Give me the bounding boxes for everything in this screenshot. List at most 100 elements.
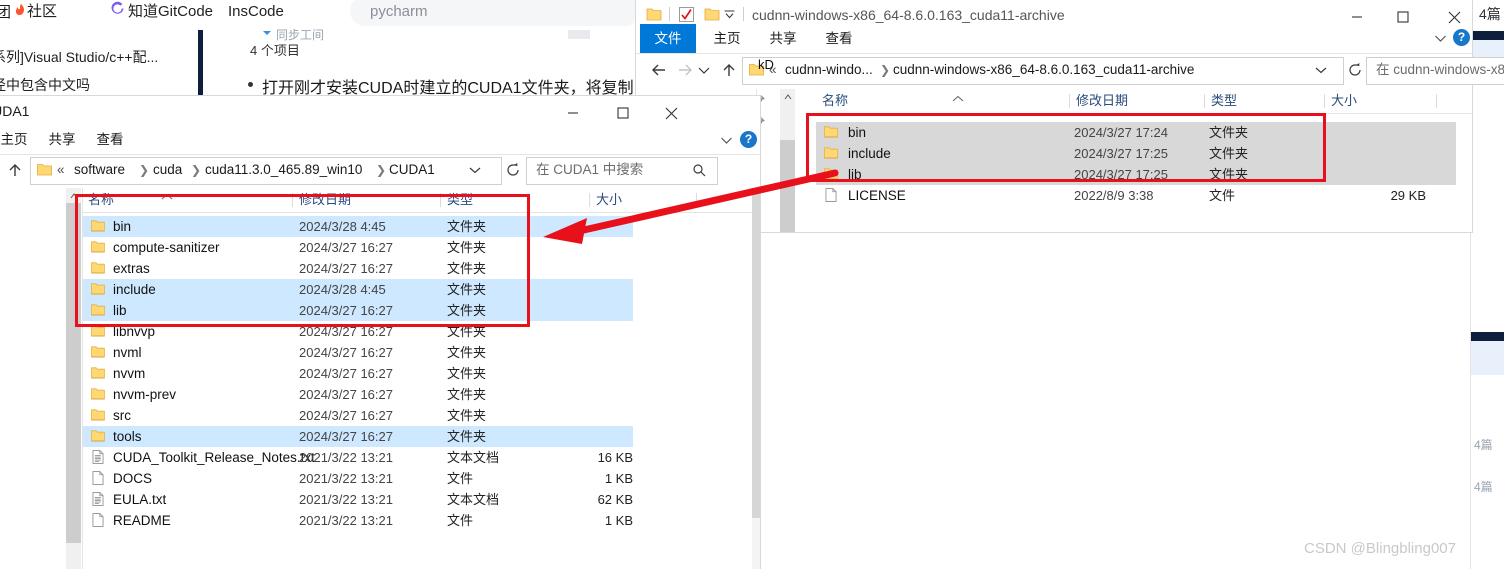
annotation-red-box [75,194,530,327]
svg-text:团: 团 [0,4,11,21]
right-card-header-2 [1471,332,1504,341]
close-button[interactable] [648,96,694,126]
breadcrumb-separator: ❯ [191,163,202,177]
nav-item-gitcode[interactable]: GitCode [158,0,213,24]
file-date: 2021/3/22 13:21 [299,471,393,486]
breadcrumb-item-2[interactable]: cudnn-windows-x86_64-8.6.0.163_cuda11-ar… [893,58,1194,82]
file-size [543,258,633,279]
tab-home[interactable]: 主页 [700,24,754,53]
file-name: nvvm [113,366,146,381]
breadcrumb-item-3[interactable]: cuda11.3.0_465.89_win10 [205,158,362,182]
new-folder-icon[interactable] [704,7,720,22]
up-button[interactable] [716,55,742,85]
bullet-point-icon [248,82,253,87]
file-name: nvml [113,345,142,360]
chevron-down-icon[interactable] [1315,66,1327,74]
breadcrumb[interactable]: « cudnn-windo... ❯ cudnn-windows-x86_64-… [742,57,1344,85]
file-size: 1 KB [604,513,633,528]
file-type: 文件夹 [447,366,487,381]
table-row[interactable]: nvvm-prev 2024/3/27 16:27 文件夹 [83,384,633,405]
table-row[interactable]: LICENSE 2022/8/9 3:38 文件 29 KB [816,185,1456,206]
table-row[interactable]: DOCS 2021/3/22 13:21 文件 1 KB [83,468,633,489]
tab-share[interactable]: 共享 [40,126,84,154]
left-link-2[interactable]: 径中包含中文吗 [0,75,90,95]
file-size [543,216,633,237]
nav-item-inscode[interactable]: InsCode [228,0,284,24]
file-size [1326,122,1426,143]
table-row[interactable]: tools 2024/3/27 16:27 文件夹 [83,426,633,447]
chevron-down-icon[interactable] [1434,34,1447,43]
breadcrumb-overflow[interactable]: « [57,158,65,182]
tab-home[interactable]: 主页 [0,126,36,154]
table-row[interactable]: CUDA_Toolkit_Release_Notes.txt 2021/3/22 … [83,447,633,468]
cuda1-scrollbar-thumb[interactable] [752,188,760,518]
quick-access-chevron-icon[interactable] [724,10,735,19]
breadcrumb[interactable]: « software ❯ cuda ❯ cuda11.3.0_465.89_wi… [30,157,502,185]
file-type: 文件夹 [447,387,487,402]
search-placeholder: 在 cudnn-windows-x86_64-... [1376,62,1504,77]
file-type: 文本文档 [447,450,500,465]
folder-icon [91,430,105,442]
cudnn-explorer-window[interactable]: cudnn-windows-x86_64-8.6.0.163_cuda11-ar… [636,0,1504,232]
tab-file[interactable]: 文件 [640,24,696,53]
help-icon[interactable]: ? [1453,29,1470,46]
left-link-1[interactable]: 系列]Visual Studio/c++配... [0,47,158,67]
column-name[interactable]: 名称 [822,89,848,113]
chevron-down-icon [263,31,271,35]
table-row[interactable]: README 2021/3/22 13:21 文件 1 KB [83,510,633,531]
cudnn-ribbon: 文件 主页 共享 查看 ? [636,24,1472,54]
table-row[interactable]: nvvm 2024/3/27 16:27 文件夹 [83,363,633,384]
column-size[interactable]: 大小 [596,188,622,212]
tab-share[interactable]: 共享 [756,24,810,53]
text-file-icon [92,492,104,506]
breadcrumb-item-2[interactable]: cuda [153,158,182,182]
file-date: 2024/3/27 16:27 [299,387,393,402]
table-row[interactable]: nvml 2024/3/27 16:27 文件夹 [83,342,633,363]
cuda1-explorer-window[interactable]: CUDA1 主页 共享 查看 ? « software ❯ cuda [0,96,760,569]
refresh-icon[interactable] [1348,63,1362,77]
minimize-button[interactable] [550,96,596,126]
file-size [543,426,633,447]
refresh-icon[interactable] [506,163,520,177]
nav-item-community[interactable]: 社区 [27,0,57,24]
file-name: CUDA_Toolkit_Release_Notes.txt [113,450,315,465]
nav-item-create[interactable]: 4篇 [1479,2,1501,26]
tab-view[interactable]: 查看 [812,24,866,53]
folder-icon [91,367,105,379]
scroll-up-button[interactable] [780,89,795,104]
help-icon[interactable]: ? [740,131,757,148]
file-date: 2022/8/9 3:38 [1074,188,1154,203]
column-size[interactable]: 大小 [1331,89,1357,113]
breadcrumb-item-1[interactable]: cudnn-windo... [785,58,873,82]
right-card-header-1 [1471,31,1504,40]
search-input[interactable]: 在 cudnn-windows-x86_64-... [1366,57,1504,85]
tab-view[interactable]: 查看 [88,126,132,154]
back-button[interactable] [646,55,672,85]
recent-locations-button[interactable] [694,55,714,85]
breadcrumb-item-1[interactable]: software [74,158,125,182]
folder-icon [91,409,105,421]
search-input[interactable]: 在 CUDA1 中搜索 [526,157,718,185]
table-row[interactable]: EULA.txt 2021/3/22 13:21 文本文档 62 KB [83,489,633,510]
chevron-down-icon[interactable] [469,166,481,174]
maximize-button[interactable] [600,96,646,126]
site-logo-icon[interactable]: 团 [0,0,30,24]
up-button[interactable] [2,155,28,185]
cudnn-scrollbar-thumb[interactable] [780,140,795,232]
file-size [543,405,633,426]
properties-checkmark-icon[interactable] [678,6,695,23]
chevron-down-icon[interactable] [720,136,733,145]
cuda1-ribbon: 主页 共享 查看 ? [0,126,760,155]
file-size [543,279,633,300]
file-icon [825,188,837,202]
column-date[interactable]: 修改日期 [1076,89,1128,113]
file-date: 2021/3/22 13:21 [299,513,393,528]
cuda1-titlebar[interactable]: CUDA1 [0,96,760,126]
cuda1-nav-pane[interactable]: 问 uNetdiskD 文档 资料 (F:) rive 备 对象 [0,188,66,569]
column-type[interactable]: 类型 [1211,89,1237,113]
file-date: 2024/3/27 16:27 [299,408,393,423]
table-row[interactable]: src 2024/3/27 16:27 文件夹 [83,405,633,426]
nav-item-zhidao[interactable]: 知道 [128,0,158,24]
breadcrumb-item-4[interactable]: CUDA1 [389,158,435,182]
file-name: src [113,408,131,423]
